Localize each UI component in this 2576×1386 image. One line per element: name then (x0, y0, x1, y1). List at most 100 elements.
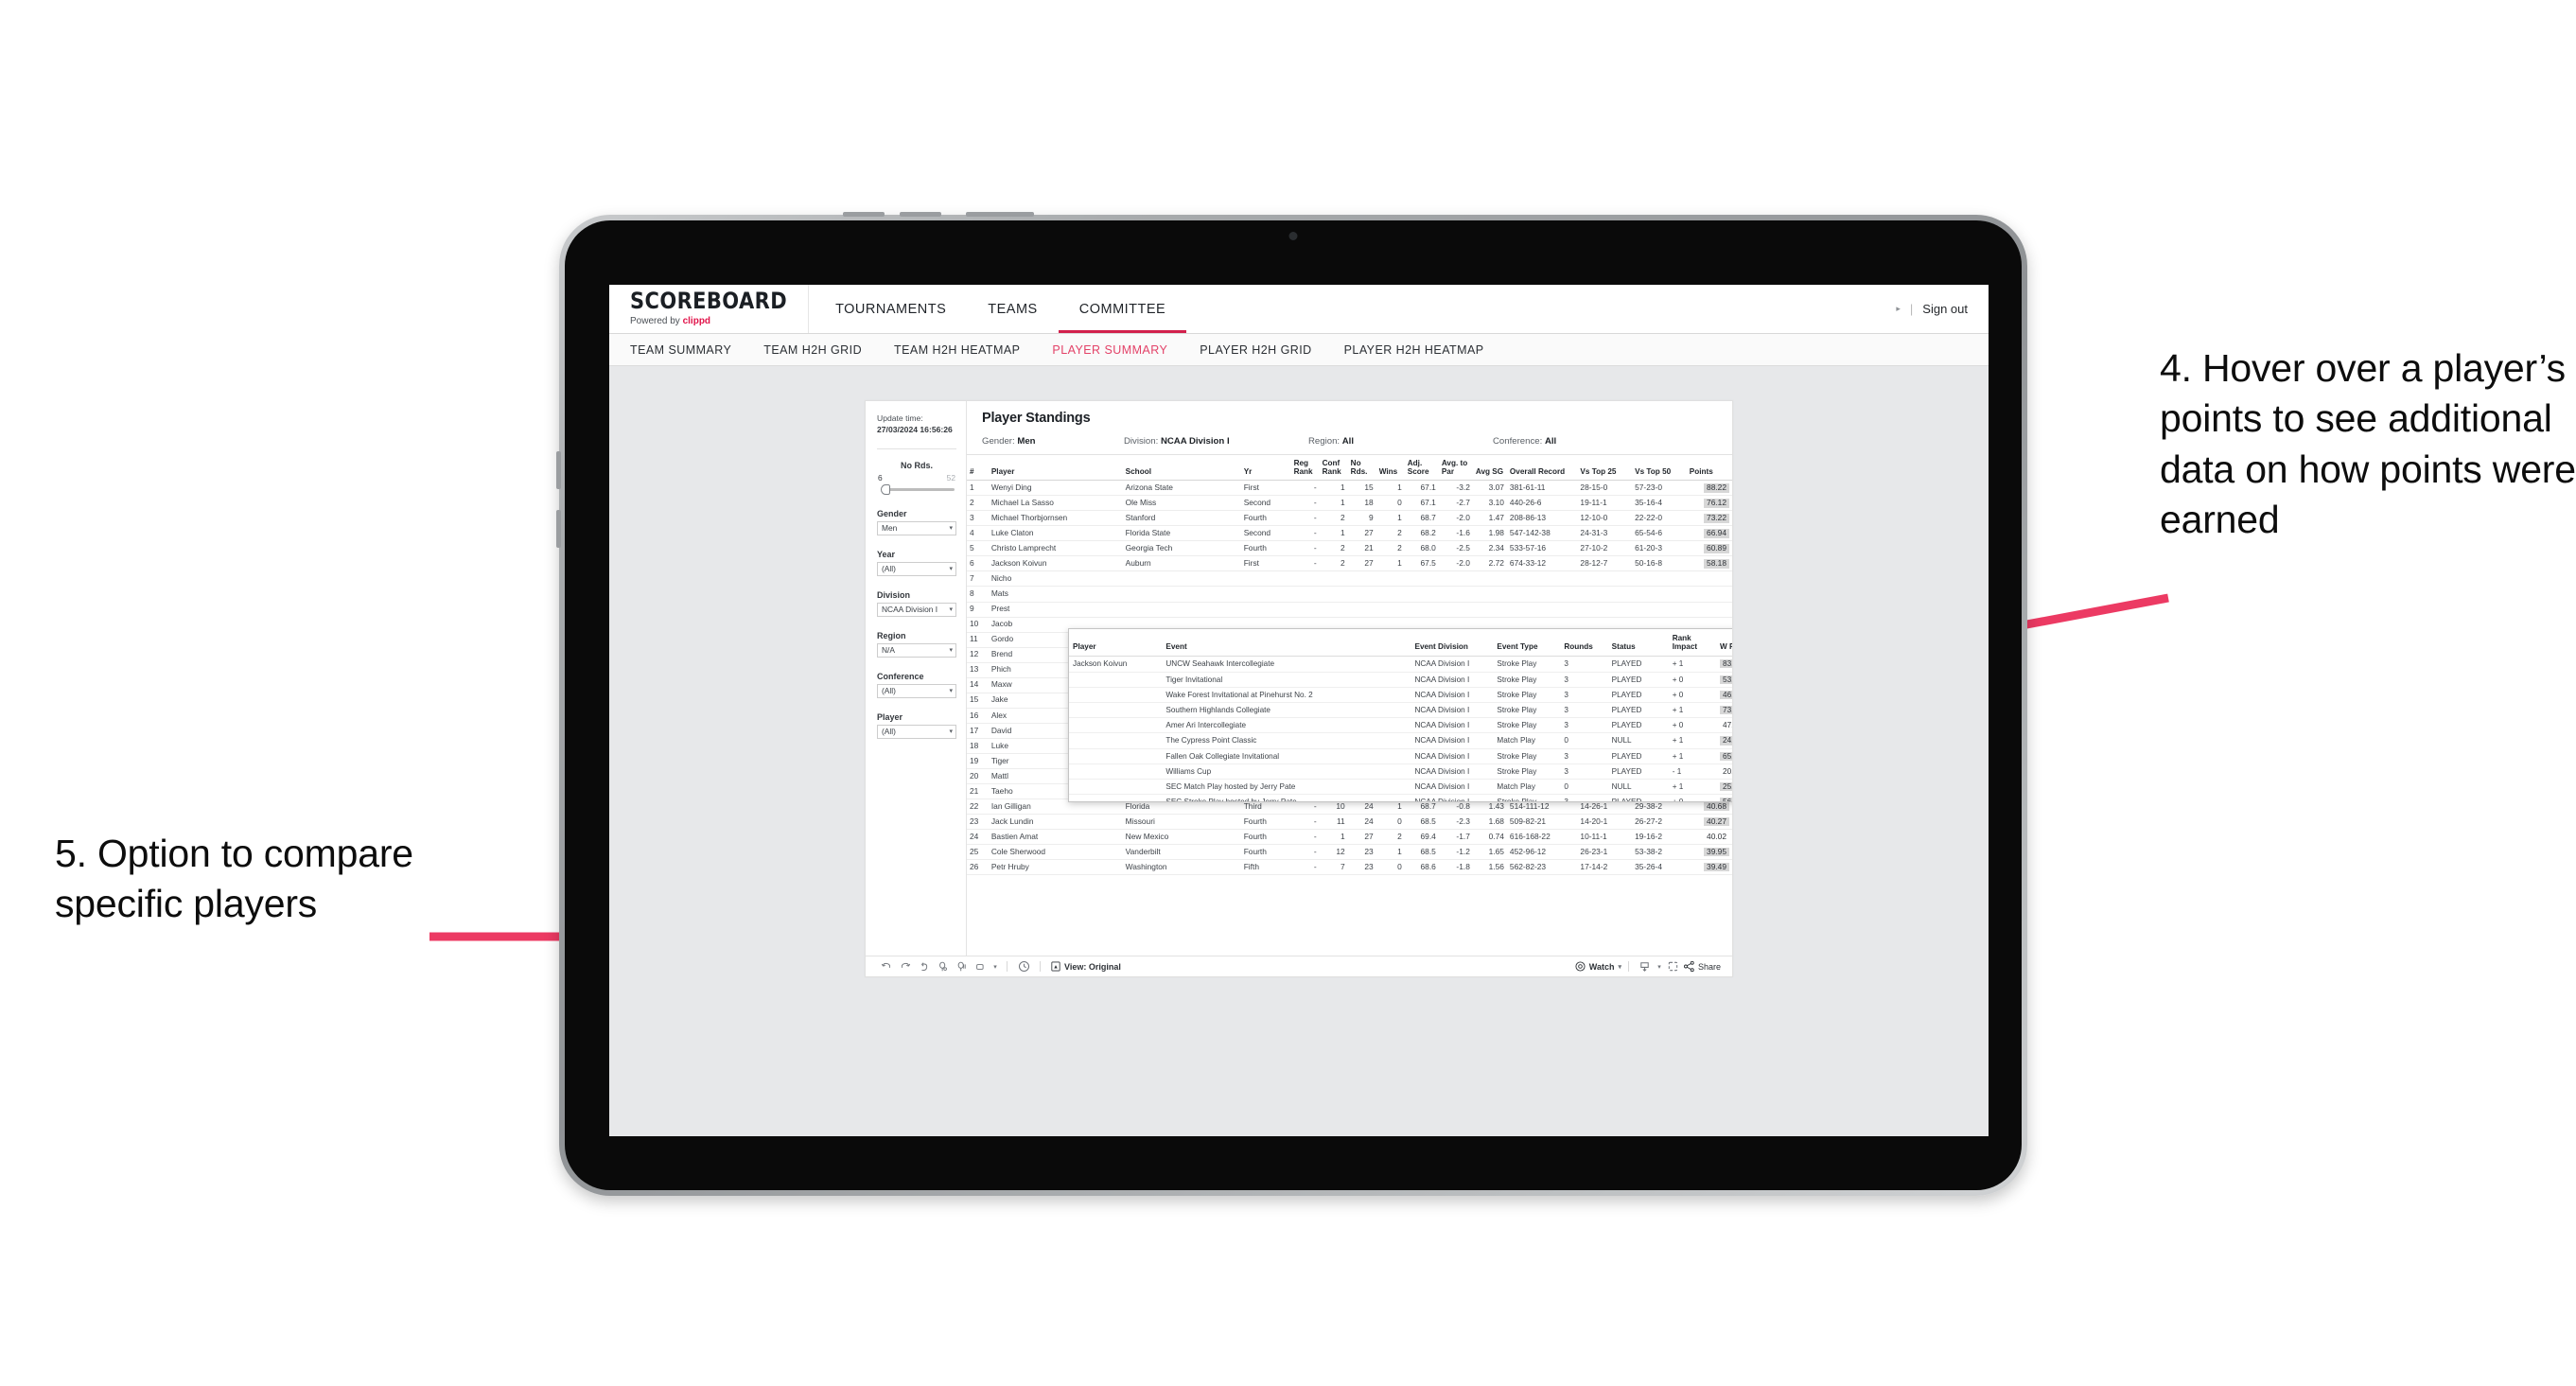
col-avg-to-par[interactable]: Avg. to Par (1438, 455, 1473, 482)
tooltip-event-cell: Tiger Invitational (1162, 672, 1411, 688)
summary-division-label: Division: (1124, 436, 1159, 447)
nav-teams[interactable]: TEAMS (967, 285, 1058, 333)
no-rounds-slider[interactable] (877, 483, 956, 495)
points-cell[interactable]: 76.12 (1686, 495, 1732, 512)
col-overall-record[interactable]: Overall Record (1506, 455, 1578, 482)
subnav-player-h2h-grid[interactable]: PLAYER H2H GRID (1200, 343, 1311, 357)
filter-conference: Conference (All) ▾ (877, 672, 956, 698)
player-cell: Luke Claton (988, 525, 1123, 542)
filter-region-select[interactable]: N/A ▾ (877, 642, 956, 658)
slider-handle[interactable] (881, 483, 890, 495)
sign-out-link[interactable]: Sign out (1922, 302, 1968, 316)
points-cell[interactable]: 88.22 (1686, 480, 1732, 497)
table-row[interactable]: 5 Christo Lamprecht Georgia Tech Fourth -2 21… (967, 540, 1732, 557)
school-cell: Florida State (1122, 525, 1241, 542)
rank-cell: 1 (967, 480, 989, 497)
subnav-player-h2h-heatmap[interactable]: PLAYER H2H HEATMAP (1344, 343, 1484, 357)
standings-table-wrap[interactable]: # Player School Yr Reg Rank Conf Rank No… (967, 454, 1732, 956)
subnav-team-h2h-grid[interactable]: TEAM H2H GRID (763, 343, 862, 357)
points-cell[interactable]: 58.18 (1686, 555, 1732, 572)
user-chevron-icon[interactable]: ▸ (1896, 304, 1901, 314)
col-vs-top-25[interactable]: Vs Top 25 (1577, 455, 1633, 482)
pause-auto-update-icon[interactable] (953, 959, 972, 974)
col-school[interactable]: School (1122, 455, 1241, 482)
watch-button[interactable]: Watch ▾ (1575, 961, 1621, 972)
redo-icon[interactable] (896, 959, 915, 974)
vs-top-25-cell (1577, 570, 1633, 588)
points-cell[interactable] (1686, 602, 1732, 618)
adj-score-cell: 68.7 (1404, 510, 1439, 527)
no-rounds-cell: 9 (1347, 510, 1376, 527)
points-cell[interactable]: 39.49 (1686, 859, 1732, 875)
share-button[interactable]: Share (1683, 960, 1721, 973)
col-year[interactable]: Yr (1240, 455, 1291, 482)
table-row[interactable]: 2 Michael La Sasso Ole Miss Second -1 18 0 67.1… (967, 495, 1732, 512)
points-cell[interactable]: 66.94 (1686, 525, 1732, 542)
device-layout-chevron-icon[interactable]: ▾ (990, 959, 1000, 974)
conf-rank-cell: 2 (1319, 540, 1348, 557)
rank-cell: 19 (967, 753, 989, 769)
col-conf-rank[interactable]: Conf Rank (1319, 455, 1348, 482)
subnav-team-h2h-heatmap[interactable]: TEAM H2H HEATMAP (894, 343, 1020, 357)
refresh-icon[interactable] (934, 959, 953, 974)
table-row[interactable]: 23 Jack Lundin Missouri Fourth -11 24 0 68.5 -2.… (967, 814, 1732, 830)
table-row[interactable]: 7 Nicho (967, 570, 1732, 588)
col-points[interactable]: Points (1686, 455, 1732, 482)
table-row[interactable]: 1 Wenyi Ding Arizona State First -1 15 1 67.1 -3… (967, 480, 1732, 497)
points-cell[interactable]: 39.95 (1686, 844, 1732, 860)
download-chevron-icon[interactable]: ▾ (1655, 959, 1664, 974)
points-cell[interactable] (1686, 570, 1732, 588)
points-cell[interactable]: 40.02 (1686, 829, 1732, 845)
filter-conference-select[interactable]: (All) ▾ (877, 683, 956, 698)
col-reg-rank[interactable]: Reg Rank (1290, 455, 1320, 482)
tooltip-event-cell: Wake Forest Invitational at Pinehurst No… (1162, 687, 1411, 703)
points-cell[interactable]: 73.22 (1686, 510, 1732, 527)
fullscreen-icon[interactable] (1664, 959, 1683, 974)
col-rank[interactable]: # (967, 455, 989, 482)
table-row[interactable]: 25 Cole Sherwood Vanderbilt Fourth -12 23 1 68.… (967, 844, 1732, 860)
tooltip-type-cell: Stroke Play (1493, 763, 1561, 781)
pause-icon[interactable] (1014, 959, 1033, 974)
filter-year-select[interactable]: (All) ▾ (877, 561, 956, 576)
tooltip-rank-impact-cell: + 1 (1668, 732, 1717, 749)
view-original-button[interactable]: ▲ View: Original (1051, 961, 1121, 972)
rank-cell: 8 (967, 586, 989, 603)
nav-committee[interactable]: COMMITTEE (1058, 285, 1187, 333)
table-row[interactable]: 4 Luke Claton Florida State Second -1 27 2 68.2… (967, 525, 1732, 542)
filter-division-select[interactable]: NCAA Division I ▾ (877, 602, 956, 617)
revert-icon[interactable] (915, 959, 934, 974)
nav-tournaments[interactable]: TOURNAMENTS (815, 285, 967, 333)
points-cell[interactable]: 40.27 (1686, 814, 1732, 830)
table-row[interactable]: 24 Bastien Amat New Mexico Fourth -1 27 2 69.4-… (967, 829, 1732, 845)
tooltip-rank-impact-cell: + 1 (1668, 702, 1717, 719)
device-layout-icon[interactable] (972, 959, 990, 974)
table-row[interactable]: 9 Prest (967, 602, 1732, 618)
undo-icon[interactable] (877, 959, 896, 974)
subnav-team-summary[interactable]: TEAM SUMMARY (630, 343, 731, 357)
points-cell[interactable] (1686, 586, 1732, 603)
tooltip-division-cell: NCAA Division I (1411, 656, 1494, 673)
filter-player-select[interactable]: (All) ▾ (877, 724, 956, 739)
table-row[interactable]: 8 Mats (967, 586, 1732, 603)
filter-gender-select[interactable]: Men ▾ (877, 520, 956, 535)
table-row[interactable]: 26 Petr Hruby Washington Fifth -7 23 0 68.6 -1.8… (967, 859, 1732, 875)
col-vs-top-50[interactable]: Vs Top 50 (1632, 455, 1687, 482)
table-row[interactable]: 3 Michael Thorbjornsen Stanford Fourth -2 9 1 6… (967, 510, 1732, 527)
standings-header: Player Standings Gender: Men Division: N… (967, 401, 1732, 454)
subnav-player-summary[interactable]: PLAYER SUMMARY (1052, 343, 1167, 357)
col-player[interactable]: Player (988, 455, 1123, 482)
avg-sg-cell: 1.68 (1472, 814, 1507, 830)
tooltip-event-cell: Southern Highlands Collegiate (1162, 702, 1411, 719)
col-avg-sg[interactable]: Avg SG (1472, 455, 1507, 482)
tooltip-division-cell: NCAA Division I (1411, 779, 1494, 796)
col-adj-score[interactable]: Adj. Score (1404, 455, 1439, 482)
col-no-rounds[interactable]: No Rds. (1347, 455, 1376, 482)
tooltip-player-cell (1069, 702, 1163, 719)
app-logo[interactable]: SCOREBOARD Powered by clippd (609, 285, 810, 333)
vs-top-50-cell: 65-54-6 (1632, 525, 1687, 542)
col-wins[interactable]: Wins (1376, 455, 1405, 482)
table-row[interactable]: 6 Jackson Koivun Auburn First -2 27 1 67.5 -2.0 2… (967, 555, 1732, 572)
tooltip-rounds-cell: 0 (1560, 779, 1608, 796)
download-icon[interactable] (1636, 959, 1655, 974)
points-cell[interactable]: 60.89 (1686, 540, 1732, 557)
